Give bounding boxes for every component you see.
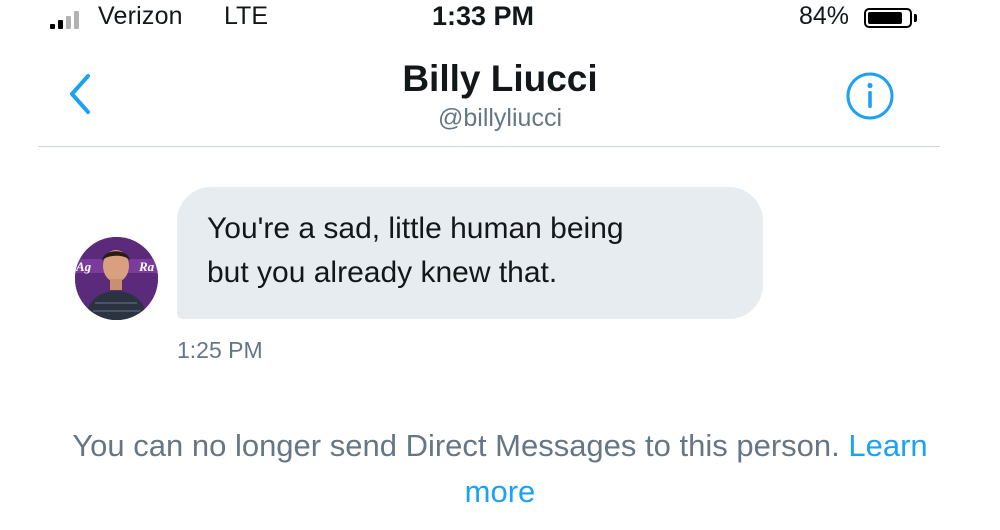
battery-tip <box>914 14 917 22</box>
status-bar: Verizon LTE 1:33 PM 84% <box>0 0 1000 38</box>
message-text: You're a sad, little human being but you… <box>207 212 624 289</box>
status-time: 1:33 PM <box>432 1 535 31</box>
user-photo-icon: Ag Ra <box>75 237 158 320</box>
battery-level <box>868 12 902 24</box>
message-bubble[interactable]: You're a sad, little human being but you… <box>177 187 763 319</box>
avatar-sign-left: Ag <box>75 259 92 274</box>
header-divider <box>38 146 940 147</box>
dm-disabled-notice: You can no longer send Direct Messages t… <box>60 423 940 515</box>
message-timestamp: 1:25 PM <box>177 337 263 363</box>
battery-icon <box>864 8 912 28</box>
battery-percent: 84% <box>799 2 850 30</box>
info-icon <box>846 72 894 120</box>
network-type: LTE <box>224 2 268 30</box>
avatar-sign-right: Ra <box>138 259 155 274</box>
signal-strength-icon <box>50 11 90 29</box>
conversation-info-button[interactable] <box>844 70 896 122</box>
carrier-name: Verizon <box>98 2 183 30</box>
avatar[interactable]: Ag Ra <box>75 237 158 320</box>
notice-text: You can no longer send Direct Messages t… <box>72 428 840 463</box>
